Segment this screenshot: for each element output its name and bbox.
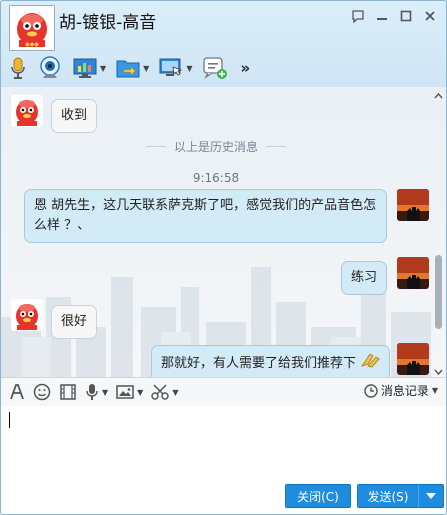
window-title: 胡-镀银-高音 xyxy=(59,13,157,33)
scrollbar-thumb[interactable] xyxy=(435,255,442,329)
microphone-icon xyxy=(11,57,25,79)
message-bubble[interactable]: 恩 胡先生，这几天联系萨克斯了吧，感觉我们的产品音色怎么样 ？、 xyxy=(24,189,387,243)
chevron-down-icon[interactable]: ▼ xyxy=(186,64,192,73)
minimize-button[interactable] xyxy=(372,7,392,25)
avatar[interactable] xyxy=(397,257,429,289)
chevron-down-icon[interactable]: ▼ xyxy=(432,386,438,395)
message-input[interactable] xyxy=(1,406,446,481)
avatar[interactable] xyxy=(397,189,429,221)
film-icon xyxy=(60,384,76,400)
add-app-button[interactable] xyxy=(200,54,230,82)
message-bubble[interactable]: 很好 xyxy=(51,305,98,339)
scroll-down-icon[interactable] xyxy=(434,365,443,376)
microphone-icon xyxy=(86,384,98,400)
remote-desktop-button[interactable]: ▼ xyxy=(71,54,108,82)
message-bubble[interactable]: 收到 xyxy=(51,99,98,133)
font-button[interactable] xyxy=(9,381,25,403)
scissors-icon xyxy=(151,384,170,400)
font-icon xyxy=(10,384,24,400)
clock-icon xyxy=(364,383,378,398)
screenshot-button[interactable]: ▼ xyxy=(151,381,178,403)
voice-call-button[interactable] xyxy=(7,54,29,82)
chevron-down-icon[interactable]: ▼ xyxy=(137,388,143,397)
avatar[interactable] xyxy=(397,343,429,375)
skin-icon[interactable] xyxy=(348,7,368,25)
message-history-label: 消息记录 xyxy=(380,384,429,398)
send-options-button[interactable] xyxy=(418,484,444,508)
text-cursor xyxy=(9,412,10,428)
chevron-down-icon[interactable]: ▼ xyxy=(100,64,106,73)
voice-message-button[interactable]: ▼ xyxy=(85,381,108,403)
close-window-button[interactable] xyxy=(420,7,440,25)
praying-hands-emoji-icon xyxy=(360,352,380,375)
send-button[interactable]: 发送(S) xyxy=(357,484,419,508)
video-message-button[interactable] xyxy=(59,381,77,403)
contact-avatar[interactable]: ◆◆◆ xyxy=(9,5,55,51)
chevron-down-icon xyxy=(426,493,436,499)
message-list: 收到 以上是历史消息 9:16:58 恩 胡先生，这几天联系萨克斯了吧，感觉我们… xyxy=(1,87,446,377)
divider xyxy=(266,146,286,147)
app-add-icon xyxy=(203,57,228,79)
webcam-icon xyxy=(40,56,60,78)
chat-toolbar: ▼ ▼ ▼ » xyxy=(7,53,250,83)
avatar[interactable] xyxy=(11,95,43,127)
emoji-button[interactable] xyxy=(33,381,51,403)
screen-share-button[interactable]: ▼ xyxy=(157,54,194,82)
svg-text:◆◆◆: ◆◆◆ xyxy=(25,41,39,48)
message-bubble[interactable]: 那就好，有人需要了给我们推荐下 xyxy=(151,345,391,377)
avatar[interactable] xyxy=(11,299,43,331)
screen-share-icon xyxy=(159,58,183,76)
message-timestamp: 9:16:58 xyxy=(192,171,240,185)
remote-desktop-icon xyxy=(73,58,97,78)
window-controls xyxy=(348,7,440,25)
file-transfer-icon xyxy=(116,60,140,78)
more-tools-button[interactable]: » xyxy=(240,59,250,77)
image-icon xyxy=(116,385,134,399)
message-history-button[interactable]: 消息记录 ▼ xyxy=(364,382,438,399)
input-toolbar: ▼ ▼ ▼ 消息记录 ▼ xyxy=(1,377,446,406)
video-call-button[interactable] xyxy=(35,54,65,82)
message-text: 那就好，有人需要了给我们推荐下 xyxy=(161,356,357,371)
chevron-down-icon[interactable]: ▼ xyxy=(102,388,108,397)
maximize-button[interactable] xyxy=(396,7,416,25)
send-file-button[interactable]: ▼ xyxy=(114,54,151,82)
chevron-down-icon[interactable]: ▼ xyxy=(172,388,178,397)
scroll-up-icon[interactable] xyxy=(434,89,443,99)
message-bubble[interactable]: 练习 xyxy=(341,261,388,295)
history-separator: 以上是历史消息 xyxy=(173,140,258,154)
chevron-down-icon[interactable]: ▼ xyxy=(143,64,149,73)
send-image-button[interactable]: ▼ xyxy=(116,381,143,403)
close-button[interactable]: 关闭(C) xyxy=(285,484,351,508)
smiley-icon xyxy=(33,383,51,401)
bottom-bar: 关闭(C) 发送(S) xyxy=(1,481,446,514)
scrollbar[interactable] xyxy=(433,91,444,375)
chat-window: ◆◆◆ 胡-镀银-高音 ▼ ▼ ▼ » 收到 以上是历史消息 9:16:58 恩… xyxy=(0,0,447,515)
